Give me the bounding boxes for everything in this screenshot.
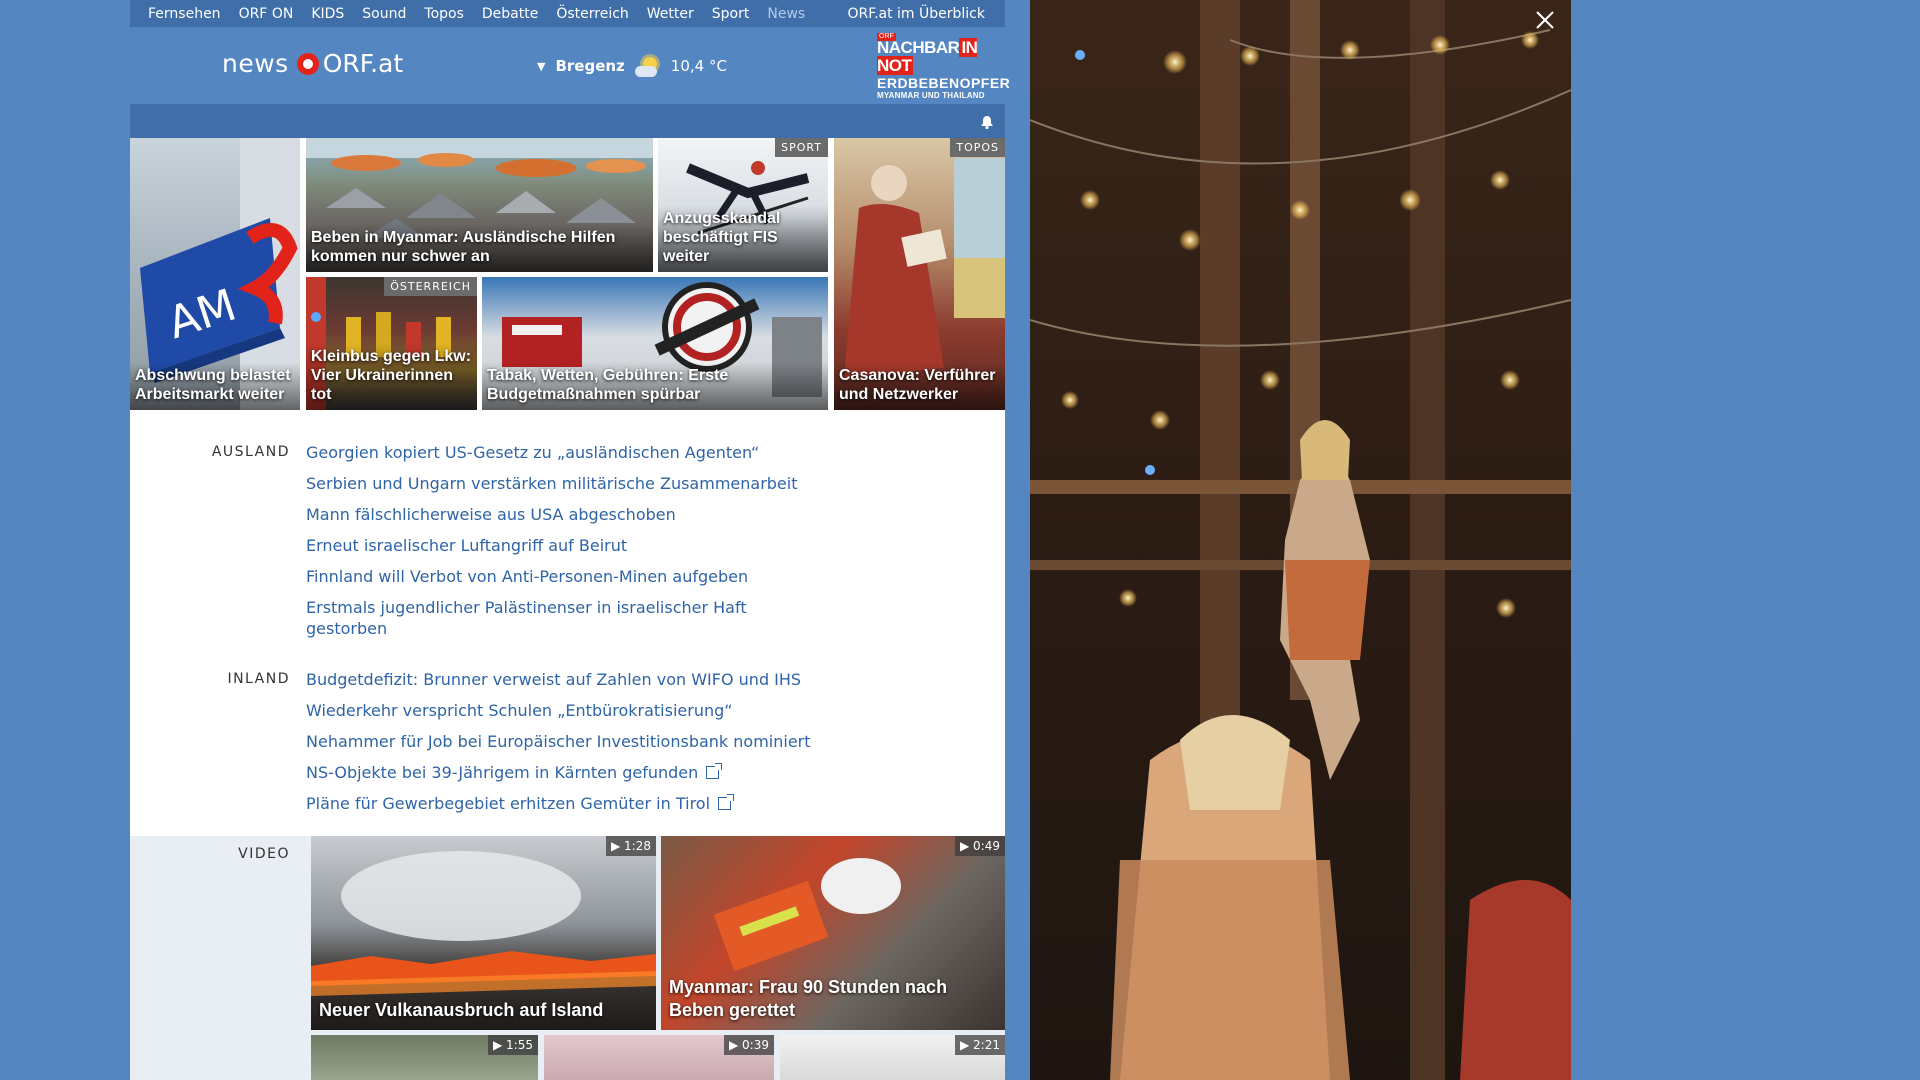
orf-logo-icon xyxy=(296,52,319,75)
top-stories-grid: AM Abschwung belastet Arbeitsmarkt weite… xyxy=(130,138,1005,410)
external-link-icon xyxy=(706,763,723,779)
top-navigation: Fernsehen ORF ON KIDS Sound Topos Debatt… xyxy=(130,0,1005,27)
nachbar-in-not-banner[interactable]: ORF NACHBAR IN NOT ERDBEBENOPFER MYANMAR … xyxy=(877,33,1011,100)
site-header: news ORF.at ▼ Bregenz 10,4 °C ORF NACHBA… xyxy=(130,27,1011,104)
section-label-inland: INLAND xyxy=(227,671,290,687)
video-caption: Myanmar: Frau 90 Stunden nach Beben gere… xyxy=(669,977,948,1020)
tile-caption: Kleinbus gegen Lkw: Vier Ukrainerinnen t… xyxy=(306,343,477,410)
video-duration: ▶ 2:21 xyxy=(955,1035,1005,1055)
video-tile-5[interactable]: ▶ 2:21 xyxy=(780,1035,1005,1080)
news-link[interactable]: Finnland will Verbot von Anti-Personen-M… xyxy=(306,566,826,587)
nav-item-overview[interactable]: ORF.at im Überblick xyxy=(830,6,1005,22)
nav-item-sound[interactable]: Sound xyxy=(344,6,406,22)
news-link-text: Pläne für Gewerbegebiet erhitzen Gemüter… xyxy=(306,794,711,813)
section-label-video: VIDEO xyxy=(238,846,290,862)
news-link-text: NS-Objekte bei 39-Jährigem in Kärnten ge… xyxy=(306,763,699,782)
play-icon: ▶ xyxy=(960,1038,974,1052)
nav-item-orf-on[interactable]: ORF ON xyxy=(221,6,294,22)
news-link-external[interactable]: Pläne für Gewerbegebiet erhitzen Gemüter… xyxy=(306,793,826,814)
story-tile-casanova[interactable]: TOPOS Casanova: Verführer und Netzwerker xyxy=(834,138,1005,410)
story-tile-fis[interactable]: SPORT Anzugsskandal beschäftigt FIS weit… xyxy=(658,138,828,272)
tile-tag-topos: TOPOS xyxy=(950,138,1005,157)
news-link[interactable]: Budgetdefizit: Brunner verweist auf Zahl… xyxy=(306,669,826,690)
story-tile-tabak[interactable]: Tabak, Wetten, Gebühren: Erste Budgetmaß… xyxy=(482,277,828,410)
video-caption: Neuer Vulkanausbruch auf Island xyxy=(319,1000,604,1020)
duration-text: 0:39 xyxy=(742,1038,769,1052)
video-duration: ▶ 0:39 xyxy=(724,1035,774,1055)
notification-bar xyxy=(130,104,1005,138)
promo-line2: ERDBEBENOPFER xyxy=(877,75,1011,91)
weather-widget[interactable]: ▼ Bregenz 10,4 °C xyxy=(537,54,727,78)
section-label-ausland: AUSLAND xyxy=(211,444,290,460)
story-tile-arbeitsmarkt[interactable]: AM Abschwung belastet Arbeitsmarkt weite… xyxy=(130,138,300,410)
news-link[interactable]: Erstmals jugendlicher Palästinenser in i… xyxy=(306,597,826,639)
video-duration: ▶ 1:28 xyxy=(606,836,656,856)
tile-caption: Abschwung belastet Arbeitsmarkt weiter xyxy=(130,362,300,410)
weather-location: Bregenz xyxy=(555,57,625,75)
duration-text: 2:21 xyxy=(973,1038,1000,1052)
nav-item-wetter[interactable]: Wetter xyxy=(629,6,694,22)
news-link[interactable]: Erneut israelischer Luftangriff auf Beir… xyxy=(306,535,826,556)
tile-tag-sport: SPORT xyxy=(775,138,828,157)
video-duration: ▶ 0:49 xyxy=(955,836,1005,856)
nav-item-debatte[interactable]: Debatte xyxy=(464,6,538,22)
video-section: VIDEO ▶ 1:28 Neuer Vulkanausbruch auf Is… xyxy=(130,836,1005,1080)
play-icon: ▶ xyxy=(493,1038,507,1052)
nav-item-fernsehen[interactable]: Fernsehen xyxy=(130,6,221,22)
external-link-icon xyxy=(718,794,735,810)
logo-orf-text: ORF.at xyxy=(322,49,404,78)
tile-caption: Tabak, Wetten, Gebühren: Erste Budgetmaß… xyxy=(482,362,828,410)
play-icon: ▶ xyxy=(729,1038,743,1052)
nav-item-topos[interactable]: Topos xyxy=(406,6,463,22)
duration-text: 0:49 xyxy=(973,839,1000,853)
tile-tag-oesterreich: ÖSTERREICH xyxy=(384,277,477,296)
story-tile-kleinbus[interactable]: ÖSTERREICH Kleinbus gegen Lkw: Vier Ukra… xyxy=(306,277,477,410)
tile-caption: Beben in Myanmar: Ausländische Hilfen ko… xyxy=(306,224,653,272)
video-tile-3[interactable]: ▶ 1:55 xyxy=(311,1035,538,1080)
story-tile-myanmar[interactable]: Beben in Myanmar: Ausländische Hilfen ko… xyxy=(306,138,653,272)
duration-text: 1:55 xyxy=(506,1038,533,1052)
news-link[interactable]: Wiederkehr verspricht Schulen „Entbürokr… xyxy=(306,700,826,721)
sun-cloud-icon xyxy=(633,54,663,78)
play-icon: ▶ xyxy=(611,839,625,853)
close-icon[interactable] xyxy=(1535,10,1555,30)
weather-temperature: 10,4 °C xyxy=(670,57,727,75)
promo-orf-mini: ORF xyxy=(877,33,896,41)
duration-text: 1:28 xyxy=(624,839,651,853)
news-lists: AUSLAND Georgien kopiert US-Gesetz zu „a… xyxy=(130,410,1005,836)
news-link-external[interactable]: NS-Objekte bei 39-Jährigem in Kärnten ge… xyxy=(306,762,826,783)
logo-news-text: news xyxy=(222,49,289,78)
nav-item-oesterreich[interactable]: Österreich xyxy=(538,6,628,22)
play-icon: ▶ xyxy=(960,839,974,853)
tile-caption: Anzugsskandal beschäftigt FIS weiter xyxy=(658,205,828,272)
triangle-down-icon: ▼ xyxy=(537,59,546,73)
news-link[interactable]: Mann fälschlicherweise aus USA abgeschob… xyxy=(306,504,826,525)
ausland-list: Georgien kopiert US-Gesetz zu „ausländis… xyxy=(306,442,826,649)
video-tile-myanmar[interactable]: ▶ 0:49 Myanmar: Frau 90 Stunden nach Beb… xyxy=(661,836,1005,1030)
nav-item-news[interactable]: News xyxy=(749,6,805,22)
nav-item-kids[interactable]: KIDS xyxy=(293,6,344,22)
tile-caption: Casanova: Verführer und Netzwerker xyxy=(834,362,1005,410)
nav-item-sport[interactable]: Sport xyxy=(694,6,750,22)
news-link[interactable]: Serbien und Ungarn verstärken militärisc… xyxy=(306,473,826,494)
news-orf-logo[interactable]: news ORF.at xyxy=(222,49,403,78)
inland-list: Budgetdefizit: Brunner verweist auf Zahl… xyxy=(306,669,826,824)
video-duration: ▶ 1:55 xyxy=(488,1035,538,1055)
news-link[interactable]: Nehammer für Job bei Europäischer Invest… xyxy=(306,731,826,752)
video-tile-vulkan[interactable]: ▶ 1:28 Neuer Vulkanausbruch auf Island xyxy=(311,836,656,1030)
video-tile-4[interactable]: ▶ 0:39 xyxy=(544,1035,774,1080)
media-overlay-panel xyxy=(1030,0,1571,1080)
news-link[interactable]: Georgien kopiert US-Gesetz zu „ausländis… xyxy=(306,442,826,463)
bell-icon[interactable] xyxy=(979,114,995,130)
night-scene-image xyxy=(1030,0,1571,1080)
promo-line3: MYANMAR UND THAILAND xyxy=(877,91,985,100)
